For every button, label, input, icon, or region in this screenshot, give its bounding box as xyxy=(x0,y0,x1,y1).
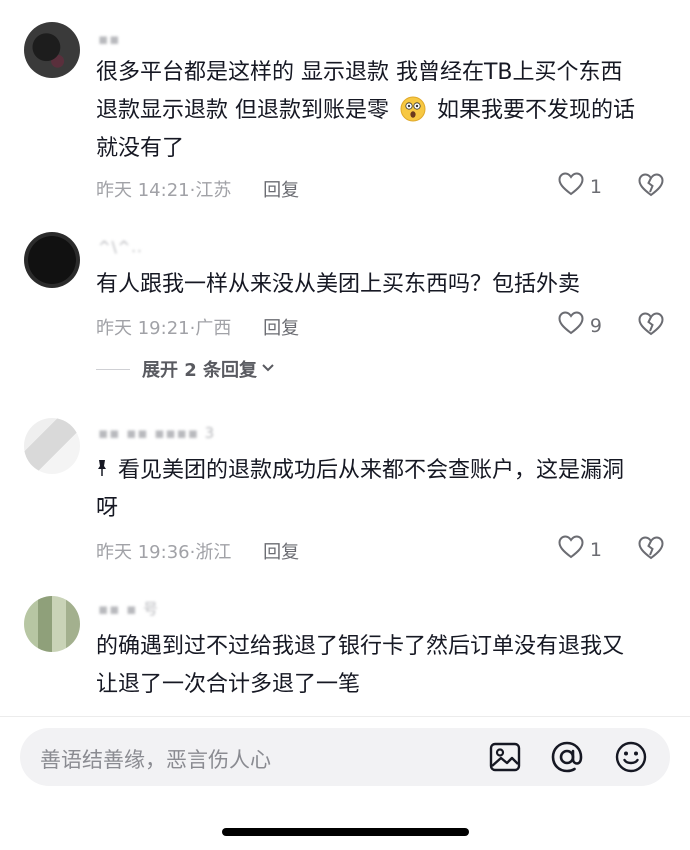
chevron-down-icon xyxy=(261,361,275,377)
heart-icon xyxy=(558,172,584,201)
reply-button[interactable]: 回复 xyxy=(263,318,299,339)
avatar[interactable] xyxy=(24,418,80,474)
comment-text-line: 呀 xyxy=(96,496,119,521)
image-icon[interactable] xyxy=(488,740,522,774)
avatar[interactable] xyxy=(24,232,80,288)
comment-text: 很多平台都是这样的 显示退款 我曾经在TB上买个东西 退款显示退款 但退款到账是… xyxy=(96,54,666,168)
username[interactable]: ▪▪ xyxy=(98,30,120,48)
pin-icon xyxy=(96,452,110,490)
timestamp: 昨天 19:36 xyxy=(96,542,190,563)
comment-text-line: 退款显示退款 但退款到账是零 如果我要不发现的话 xyxy=(96,92,666,130)
username[interactable]: ▪▪ ▪ 号 xyxy=(98,598,159,619)
broken-heart-icon xyxy=(638,535,664,564)
expand-replies-label: 展开 2 条回复 xyxy=(142,360,258,381)
location: 广西 xyxy=(195,318,232,339)
like-button[interactable]: 1 xyxy=(558,535,602,564)
like-count: 1 xyxy=(589,538,602,561)
location: 江苏 xyxy=(195,180,232,201)
comment-text: 的确遇到过不过给我退了银行卡了然后订单没有退我又 让退了一次合计多退了一笔 xyxy=(96,628,666,704)
comment-actions: 1 xyxy=(558,535,664,564)
like-count: 9 xyxy=(589,314,602,337)
broken-heart-icon xyxy=(638,311,664,340)
like-count: 1 xyxy=(589,175,602,198)
timestamp: 昨天 14:21 xyxy=(96,180,190,201)
timestamp: 昨天 19:21 xyxy=(96,318,190,339)
heart-icon xyxy=(558,311,584,340)
comment-input-placeholder[interactable]: 善语结善缘，恶言伤人心 xyxy=(40,744,271,774)
location: 浙江 xyxy=(195,542,232,563)
comment-text-line: 有人跟我一样从来没从美团上买东西吗？包括外卖 xyxy=(96,272,581,297)
comment-text-line: 很多平台都是这样的 显示退款 我曾经在TB上买个东西 xyxy=(96,60,623,85)
comment-text-segment: 退款显示退款 但退款到账是零 xyxy=(96,98,389,123)
comment-meta: 昨天 19:21·广西 回复 xyxy=(96,314,299,340)
home-indicator[interactable] xyxy=(222,828,469,836)
comment-meta: 昨天 19:36·浙江 回复 xyxy=(96,538,299,564)
comment-actions: 1 xyxy=(558,172,664,201)
expand-replies-button[interactable]: 展开 2 条回复 xyxy=(96,356,275,382)
comment-text-segment: 如果我要不发现的话 xyxy=(437,98,636,123)
astonished-emoji-icon xyxy=(400,96,426,122)
dislike-button[interactable] xyxy=(638,535,664,564)
heart-icon xyxy=(558,535,584,564)
comment-text: 有人跟我一样从来没从美团上买东西吗？包括外卖 xyxy=(96,266,666,304)
avatar[interactable] xyxy=(24,596,80,652)
like-button[interactable]: 9 xyxy=(558,311,602,340)
username[interactable]: ^\^.. xyxy=(98,238,143,256)
comment-text-segment: 看见美团的退款成功后从来都不会查账户，这是漏洞 xyxy=(118,458,625,483)
dislike-button[interactable] xyxy=(638,311,664,340)
comment-text-line: 让退了一次合计多退了一笔 xyxy=(96,672,361,697)
emoji-icon[interactable] xyxy=(614,740,648,774)
avatar[interactable] xyxy=(24,22,80,78)
comment-input-bar[interactable]: 善语结善缘，恶言伤人心 xyxy=(20,728,670,786)
dislike-button[interactable] xyxy=(638,172,664,201)
input-divider xyxy=(0,716,690,717)
reply-button[interactable]: 回复 xyxy=(263,542,299,563)
comment-meta: 昨天 14:21·江苏 回复 xyxy=(96,176,299,202)
comment-text-line: 看见美团的退款成功后从来都不会查账户，这是漏洞 xyxy=(96,452,666,490)
comment-text-line: 的确遇到过不过给我退了银行卡了然后订单没有退我又 xyxy=(96,634,625,659)
username[interactable]: ▪▪ ▪▪ ▪▪▪▪ 3 xyxy=(98,424,215,442)
broken-heart-icon xyxy=(638,172,664,201)
at-icon[interactable] xyxy=(550,740,584,774)
comment-text: 看见美团的退款成功后从来都不会查账户，这是漏洞 呀 xyxy=(96,452,666,528)
expand-divider xyxy=(96,368,130,370)
comment-text-line: 就没有了 xyxy=(96,136,185,161)
reply-button[interactable]: 回复 xyxy=(263,180,299,201)
comment-actions: 9 xyxy=(558,311,664,340)
like-button[interactable]: 1 xyxy=(558,172,602,201)
